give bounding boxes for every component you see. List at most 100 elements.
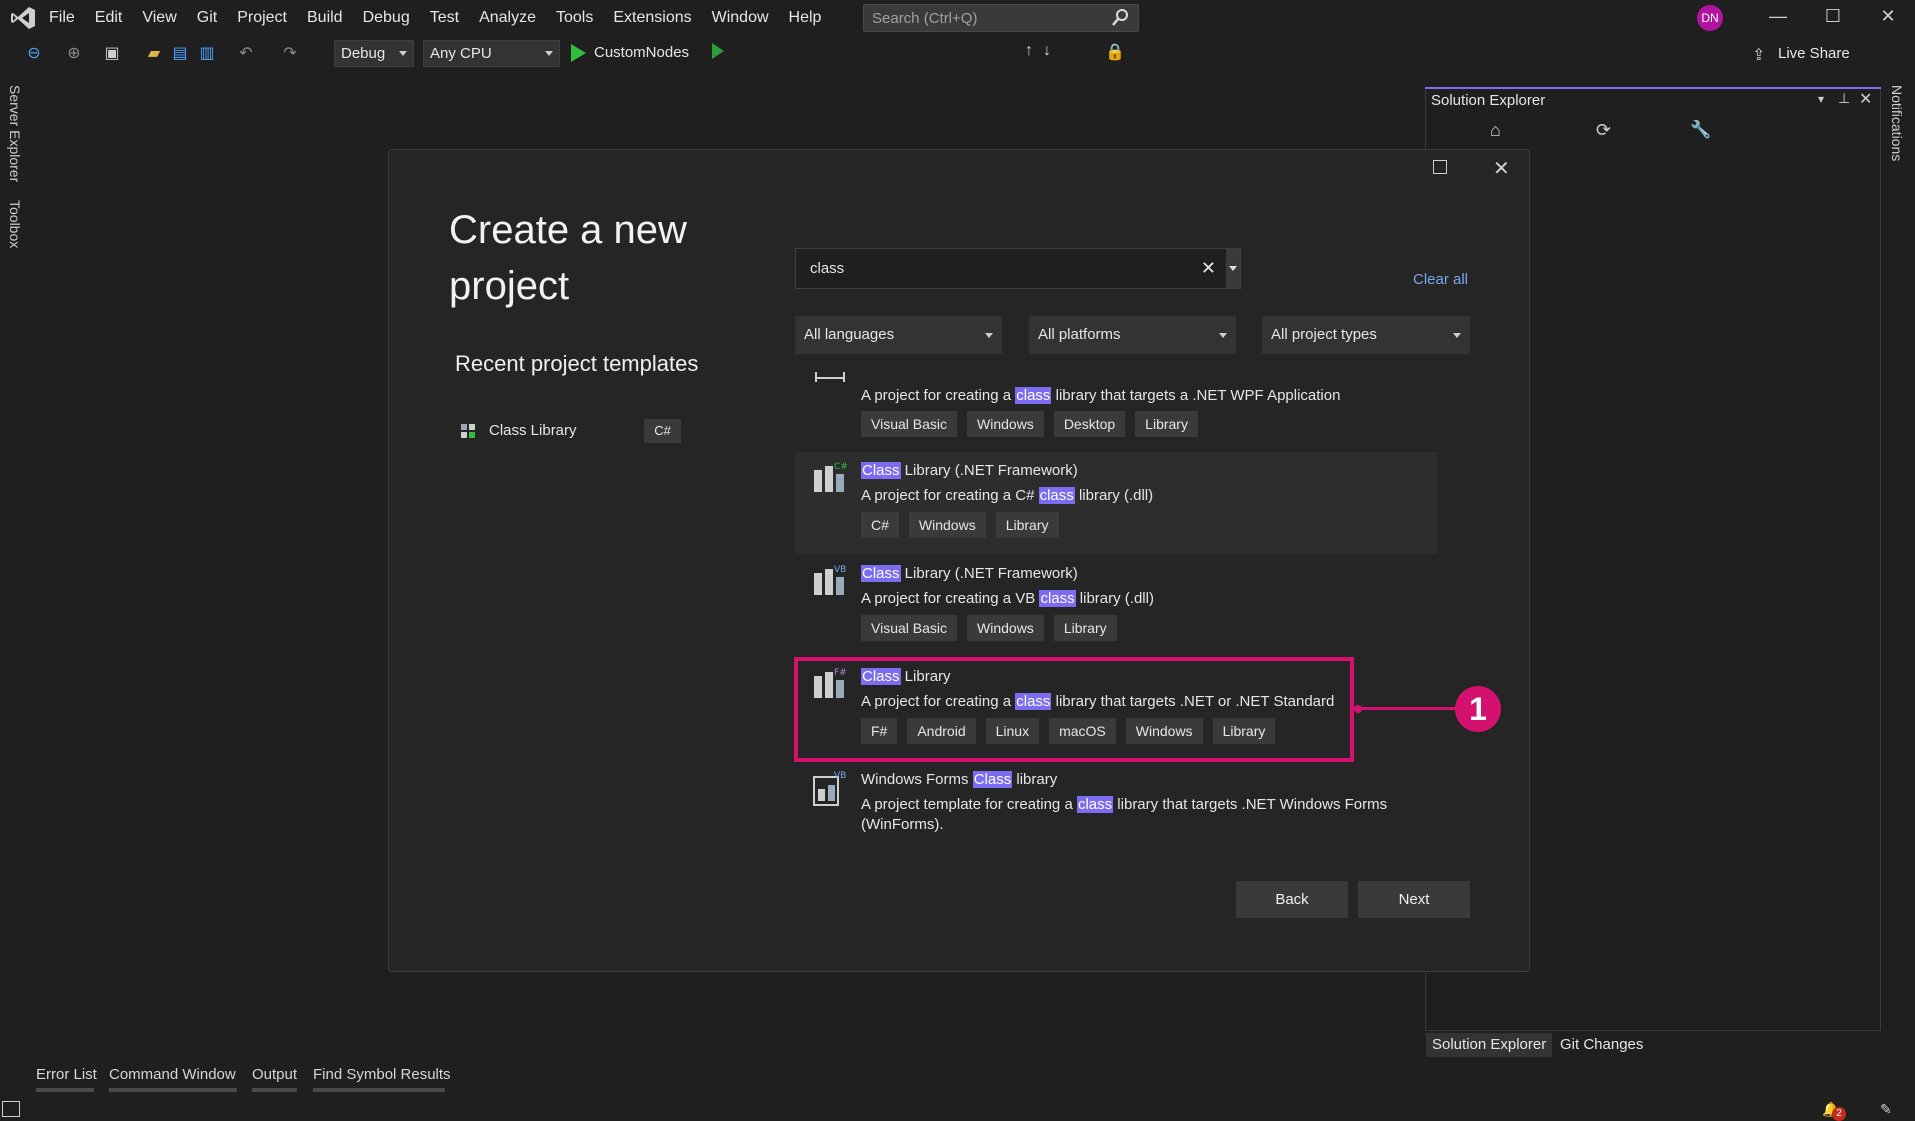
configuration-select[interactable]: Debug <box>334 40 414 67</box>
menu-build[interactable]: Build <box>307 9 343 27</box>
tab-underline <box>252 1088 297 1092</box>
tab-underline <box>36 1088 94 1092</box>
clear-search-icon[interactable]: ✕ <box>1201 258 1216 279</box>
template-tags: C# Windows Library <box>861 512 1059 538</box>
home-icon[interactable]: ⌂ <box>1490 120 1501 141</box>
recent-template-item[interactable]: Class Library C# <box>456 419 686 445</box>
tab-git-changes[interactable]: Git Changes <box>1554 1033 1649 1057</box>
page-title: Create a new project <box>449 208 687 308</box>
recent-template-label: Class Library <box>489 422 577 439</box>
template-tags: Visual Basic Windows Library <box>861 615 1117 641</box>
new-project-icon[interactable]: ▣ <box>102 44 122 64</box>
minimize-icon[interactable]: — <box>1763 6 1793 30</box>
tag: Library <box>1053 615 1117 641</box>
open-folder-icon[interactable]: ▰ <box>144 44 164 64</box>
template-item[interactable]: C# Class Library (.NET Framework) A proj… <box>795 452 1438 554</box>
menu-analyze[interactable]: Analyze <box>479 9 536 27</box>
project-type-filter-select[interactable]: All project types <box>1262 316 1470 354</box>
maximize-icon[interactable]: ☐ <box>1818 6 1848 30</box>
platform-select[interactable]: Any CPU <box>423 40 560 67</box>
vb-class-library-icon: VB <box>814 565 846 595</box>
toolbar: ⊖ ⊕ ▣ ▰ ▤ ▥ ↶ ↷ <box>0 36 1915 72</box>
menu-help[interactable]: Help <box>789 9 822 27</box>
close-window-icon[interactable]: ✕ <box>1873 6 1903 30</box>
template-name: Class Library (.NET Framework) <box>861 565 1078 582</box>
close-panel-icon[interactable]: ✕ <box>1859 89 1872 109</box>
menu-git[interactable]: Git <box>197 9 217 27</box>
platform-filter-select[interactable]: All platforms <box>1029 316 1236 354</box>
step-down-icon[interactable]: ↓ <box>1043 42 1051 60</box>
server-explorer-tab[interactable]: Server Explorer <box>7 85 23 182</box>
solution-explorer-title: Solution Explorer <box>1431 92 1546 109</box>
template-description: A project for creating a VB class librar… <box>861 590 1154 607</box>
tag: Visual Basic <box>861 615 958 641</box>
refresh-icon[interactable]: ⟳ <box>1596 120 1611 141</box>
global-search-input[interactable]: Search (Ctrl+Q) <box>863 4 1139 32</box>
template-item[interactable]: A project for creating a class library t… <box>795 362 1438 448</box>
tab-find-symbol-results[interactable]: Find Symbol Results <box>313 1066 451 1083</box>
save-icon[interactable]: ▤ <box>170 44 190 64</box>
menu-view[interactable]: View <box>142 9 176 27</box>
lock-icon[interactable]: 🔒 <box>1105 42 1125 62</box>
panel-menu-icon[interactable]: ▾ <box>1818 92 1824 106</box>
avatar[interactable]: DN <box>1697 5 1723 31</box>
undo-icon[interactable]: ↶ <box>236 44 256 64</box>
notifications-tab[interactable]: Notifications <box>1889 85 1905 161</box>
menu-window[interactable]: Window <box>712 9 769 27</box>
redo-icon[interactable]: ↷ <box>280 44 300 64</box>
status-bar: 🔔 2 ✎ <box>0 1099 1915 1121</box>
startup-project-button[interactable]: CustomNodes <box>594 44 689 61</box>
live-share-button[interactable]: Live Share <box>1778 45 1850 62</box>
menu-extensions[interactable]: Extensions <box>613 9 691 27</box>
menu-tools[interactable]: Tools <box>556 9 593 27</box>
template-name: Windows Forms Class library <box>861 771 1058 788</box>
template-search-input[interactable]: class ✕ <box>795 248 1241 289</box>
visual-studio-logo-icon <box>11 7 35 29</box>
tag: Windows <box>967 411 1044 437</box>
menu-edit[interactable]: Edit <box>95 9 123 27</box>
tab-output[interactable]: Output <box>252 1066 297 1083</box>
csharp-class-library-icon: C# <box>814 462 848 492</box>
next-button[interactable]: Next <box>1358 881 1470 918</box>
search-history-dropdown[interactable] <box>1226 249 1240 288</box>
menu-bar: File Edit View Git Project Build Debug T… <box>0 0 1915 36</box>
step-up-icon[interactable]: ↑ <box>1025 42 1033 60</box>
feedback-icon[interactable]: ✎ <box>1880 1101 1892 1118</box>
template-name: Class Library (.NET Framework) <box>861 462 1078 479</box>
dialog-maximize-icon[interactable] <box>1433 160 1447 174</box>
back-button[interactable]: Back <box>1236 881 1348 918</box>
share-icon: ⇪ <box>1752 47 1766 64</box>
wrench-icon[interactable]: 🔧 <box>1690 120 1711 140</box>
menu-project[interactable]: Project <box>237 9 287 27</box>
template-item[interactable]: VB Class Library (.NET Framework) A proj… <box>795 555 1438 657</box>
menu-test[interactable]: Test <box>430 9 459 27</box>
class-library-icon <box>461 424 475 438</box>
tab-underline <box>109 1088 237 1092</box>
back-icon[interactable]: ⊖ <box>24 44 44 64</box>
save-all-icon[interactable]: ▥ <box>197 44 217 64</box>
language-filter-select[interactable]: All languages <box>795 316 1002 354</box>
clear-all-link[interactable]: Clear all <box>1413 271 1468 288</box>
toolbox-tab[interactable]: Toolbox <box>7 200 23 248</box>
pin-icon[interactable]: ⊥ <box>1838 90 1850 107</box>
notification-badge: 2 <box>1832 1107 1846 1121</box>
library-template-icon <box>815 372 845 382</box>
template-description: A project for creating a class library t… <box>861 387 1341 404</box>
template-description: A project for creating a C# class librar… <box>861 487 1154 504</box>
menu-file[interactable]: File <box>49 9 75 27</box>
dialog-close-icon[interactable]: ✕ <box>1493 156 1510 181</box>
svg-text:VB: VB <box>834 565 846 575</box>
search-placeholder: Search (Ctrl+Q) <box>872 10 978 27</box>
callout-anchor-dot <box>1354 705 1362 713</box>
start-without-debugging-icon[interactable] <box>712 43 724 59</box>
forward-icon[interactable]: ⊕ <box>64 44 84 64</box>
status-icon[interactable] <box>2 1101 20 1117</box>
tab-error-list[interactable]: Error List <box>36 1066 97 1083</box>
tab-command-window[interactable]: Command Window <box>109 1066 236 1083</box>
menu-debug[interactable]: Debug <box>363 9 410 27</box>
tab-solution-explorer[interactable]: Solution Explorer <box>1426 1033 1553 1057</box>
template-item[interactable]: VB Windows Forms Class library A project… <box>795 761 1438 848</box>
tag: Visual Basic <box>861 411 958 437</box>
play-icon[interactable] <box>571 44 586 62</box>
tag: Desktop <box>1053 411 1126 437</box>
